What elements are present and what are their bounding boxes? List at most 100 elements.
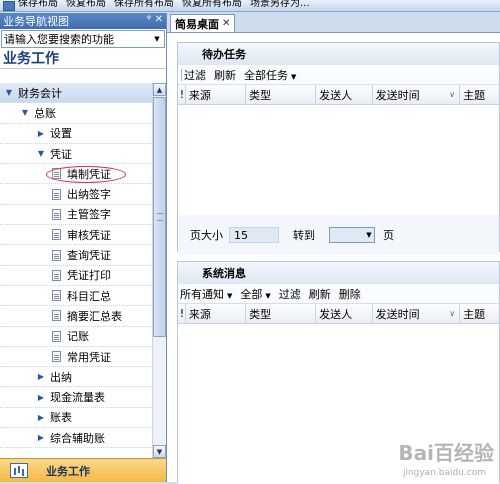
tab-simple-desktop[interactable]: 简易桌面 ✕: [170, 14, 236, 32]
column-source[interactable]: 来源: [186, 85, 247, 104]
column-type[interactable]: 类型: [246, 85, 317, 104]
all-tasks-label: 全部任务: [244, 68, 288, 82]
tree-item-label: 账表: [50, 411, 72, 425]
column-subject[interactable]: 主题: [460, 85, 499, 104]
scroll-down-icon[interactable]: ▼: [153, 445, 166, 458]
chevron-right-icon[interactable]: ▶: [36, 433, 46, 442]
document-icon: [52, 330, 61, 342]
tree-item-abstract-summary[interactable]: 摘要汇总表: [0, 306, 152, 327]
column-type[interactable]: 类型: [246, 304, 317, 323]
tree-item-financial-accounting[interactable]: ▼ 财务会计: [0, 83, 152, 104]
section-title: 业务工作: [0, 49, 166, 69]
tree-item-label: 设置: [50, 127, 72, 141]
sort-icon: ∨: [449, 90, 456, 99]
chevron-down-icon: ▼: [291, 72, 297, 81]
grip-icon: [157, 213, 163, 221]
scroll-up-icon[interactable]: ▲: [153, 83, 166, 96]
save-layout-icon[interactable]: [3, 0, 15, 11]
chevron-down-icon[interactable]: ▼: [20, 108, 30, 117]
chevron-down-icon: ▼: [265, 291, 271, 300]
tree-item-cashier-sign[interactable]: 出纳签字: [0, 184, 152, 205]
all-tasks-dropdown[interactable]: 全部任务 ▼: [244, 67, 296, 83]
column-send-time-label: 发送时间: [375, 88, 420, 102]
tree-item-supervisor-sign[interactable]: 主管签字: [0, 205, 152, 226]
column-sender[interactable]: 发送人: [316, 85, 373, 104]
tree-item-bookkeeping[interactable]: 记账: [0, 327, 152, 347]
column-subject[interactable]: 主题: [460, 304, 499, 323]
nav-scrollbar[interactable]: ▲ ▼: [152, 83, 166, 458]
all-notices-dropdown[interactable]: 所有通知 ▼: [180, 286, 232, 302]
tree-item-audit-voucher[interactable]: 审核凭证: [0, 225, 152, 246]
refresh-button[interactable]: 刷新: [309, 286, 331, 302]
document-icon: [52, 310, 61, 322]
chevron-right-icon[interactable]: ▶: [36, 372, 46, 381]
toolbar-separator: [181, 68, 182, 81]
main-toolbar: 保存布局 恢复布局 保存所有布局 恢复所有布局 场景另存为...: [0, 0, 500, 12]
all-dropdown[interactable]: 全部 ▼: [240, 286, 270, 302]
messages-toolbar: 所有通知 ▼ 全部 ▼ 过滤 刷新 删除: [178, 284, 499, 304]
restore-all-layouts-button[interactable]: 恢复所有布局: [182, 0, 242, 10]
column-sender[interactable]: 发送人: [316, 304, 373, 323]
tree-item-cashier[interactable]: ▶ 出纳: [0, 367, 152, 388]
tree-item-print-voucher[interactable]: 凭证打印: [0, 266, 152, 286]
column-source[interactable]: 来源: [186, 304, 247, 323]
tree-item-common-voucher[interactable]: 常用凭证: [0, 347, 152, 368]
tree-item-ledgers[interactable]: ▶ 账表: [0, 408, 152, 429]
chevron-down-icon[interactable]: ▼: [150, 31, 164, 47]
tree-item-account-summary[interactable]: 科目汇总: [0, 286, 152, 307]
tree-item-label: 科目汇总: [67, 289, 111, 303]
business-work-button[interactable]: 业务工作: [0, 458, 166, 482]
tree-item-cash-flow[interactable]: ▶ 现金流量表: [0, 387, 152, 408]
chevron-right-icon[interactable]: ▶: [36, 129, 46, 138]
save-layout-button[interactable]: 保存布局: [18, 0, 58, 10]
restore-layout-button[interactable]: 恢复布局: [66, 0, 106, 10]
page-size-input[interactable]: 15: [229, 227, 279, 243]
scrollbar-thumb[interactable]: [153, 97, 166, 337]
chevron-right-icon[interactable]: ▶: [36, 413, 46, 422]
tree-item-general-ledger[interactable]: ▼ 总账: [0, 103, 152, 124]
chevron-right-icon[interactable]: ▶: [36, 393, 46, 402]
all-label: 全部: [240, 287, 263, 301]
tree-item-label: 审核凭证: [67, 228, 111, 242]
tree-item-auxiliary-ledger[interactable]: ▶ 综合辅助账: [0, 428, 152, 449]
tab-label: 简易桌面: [175, 17, 219, 31]
column-send-time[interactable]: 发送时间 ∨: [373, 85, 461, 104]
pin-icon[interactable]: ᵠ: [147, 14, 151, 25]
tree-item-query-voucher[interactable]: 查询凭证: [0, 245, 152, 266]
document-icon: [52, 188, 61, 200]
delete-button[interactable]: 删除: [339, 286, 361, 302]
todo-pager: 页大小 15 转到 ▼ 页: [178, 215, 499, 255]
nav-panel-title: 业务导航视图: [3, 15, 69, 28]
tree-item-label: 常用凭证: [67, 350, 111, 364]
tree-item-settings[interactable]: ▶ 设置: [0, 124, 152, 144]
column-send-time[interactable]: 发送时间 ∨: [373, 304, 461, 323]
goto-page-select[interactable]: ▼: [329, 227, 375, 243]
messages-title: 系统消息: [178, 262, 499, 284]
chevron-down-icon[interactable]: ▼: [36, 149, 46, 158]
refresh-button[interactable]: 刷新: [214, 67, 236, 83]
column-flag[interactable]: !: [178, 304, 186, 323]
chevron-down-icon[interactable]: ▼: [4, 88, 14, 97]
function-search[interactable]: ▼: [1, 30, 165, 48]
tree-item-fill-voucher[interactable]: 填制凭证: [0, 164, 152, 185]
tree-item-voucher[interactable]: ▼ 凭证: [0, 144, 152, 165]
column-flag[interactable]: !: [178, 85, 186, 104]
tree-item-label: 出纳: [50, 370, 72, 384]
function-search-input[interactable]: [2, 31, 150, 47]
tab-bar: 简易桌面 ✕: [167, 13, 500, 33]
watermark-logo: Bai百经验: [398, 441, 494, 465]
close-icon[interactable]: ✕: [222, 18, 230, 29]
close-icon[interactable]: ✕: [155, 14, 163, 25]
workspace: 简易桌面 ✕ 待办任务 过滤 刷新 全部任务 ▼ ! 来源 类型 发送人 发送时间…: [167, 13, 500, 484]
tree-item-label: 总账: [34, 106, 56, 120]
tree-item-label: 摘要汇总表: [67, 309, 122, 323]
sort-icon: ∨: [449, 309, 456, 318]
todo-panel: 待办任务 过滤 刷新 全部任务 ▼ ! 来源 类型 发送人 发送时间 ∨ 主题 页大…: [177, 42, 500, 255]
filter-button[interactable]: 过滤: [184, 67, 206, 83]
tree-item-label: 查询凭证: [67, 249, 111, 263]
watermark-url: jingyan.baidu.com: [402, 468, 486, 478]
filter-button[interactable]: 过滤: [279, 286, 301, 302]
save-scene-as-button[interactable]: 场景另存为...: [250, 0, 310, 10]
save-all-layouts-button[interactable]: 保存所有布局: [114, 0, 174, 10]
all-notices-label: 所有通知: [180, 287, 224, 301]
